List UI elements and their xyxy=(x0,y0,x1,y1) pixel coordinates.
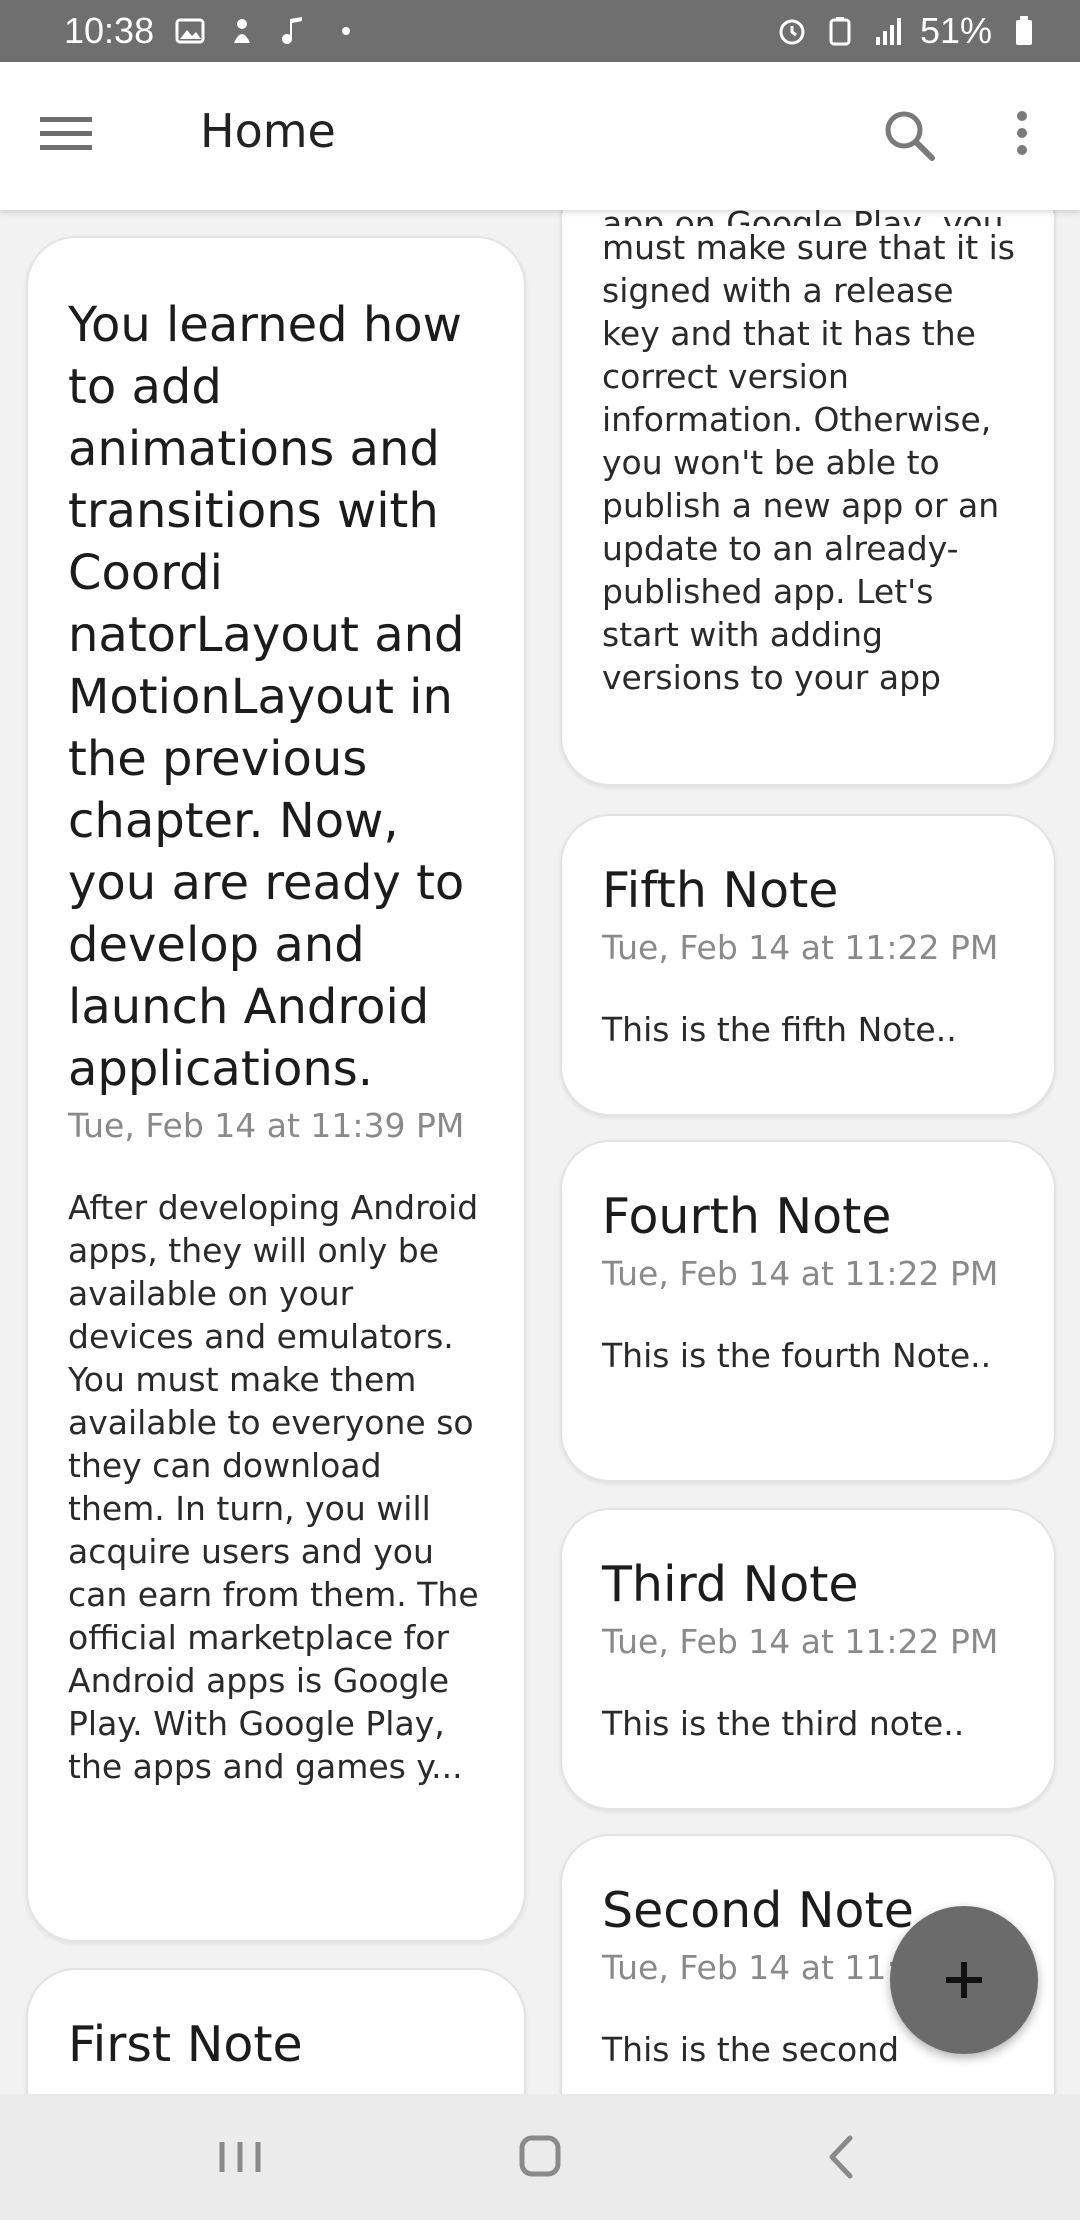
signal-icon xyxy=(875,18,901,45)
note-body: This is the fifth Note.. xyxy=(602,1010,957,1049)
note-body: After developing Android apps, they will… xyxy=(68,1188,490,1786)
note-date: Tue, Feb 14 at 11:22 PM xyxy=(602,1254,999,1293)
search-icon[interactable] xyxy=(880,106,940,166)
alarm-icon xyxy=(779,19,805,45)
page-title: Home xyxy=(200,104,336,158)
system-nav-bar xyxy=(0,2094,1080,2220)
notes-grid: You learned how to add animations and tr… xyxy=(0,210,1080,2094)
note-body: This is the third note.. xyxy=(602,1704,965,1743)
note-date: Tue, Feb 14 at 11:22 PM xyxy=(602,928,999,967)
battery-percent: 51% xyxy=(919,10,992,51)
add-icon xyxy=(946,1962,982,1998)
home-icon[interactable] xyxy=(500,2124,580,2190)
add-note-button[interactable] xyxy=(890,1906,1038,2054)
note-body-clipped: app on Google Play, you xyxy=(602,210,1018,226)
status-bar: 10:38 51% xyxy=(0,0,1080,62)
gallery-icon xyxy=(175,18,205,44)
note-card[interactable]: Third Note Tue, Feb 14 at 11:22 PM This … xyxy=(560,1508,1056,1810)
note-date: Tue, Feb 14 at 11:39 PM xyxy=(68,1106,465,1145)
status-time: 10:38 xyxy=(64,10,155,51)
note-title: Third Note xyxy=(602,1556,859,1613)
note-title: Fourth Note xyxy=(602,1188,892,1245)
note-title: You learned how to add animations and tr… xyxy=(68,297,465,1097)
back-icon[interactable] xyxy=(800,2124,880,2190)
more-vert-icon[interactable] xyxy=(1000,106,1044,166)
note-card[interactable]: app on Google Play, you must make sure t… xyxy=(560,210,1056,786)
recents-icon[interactable] xyxy=(200,2124,280,2190)
note-card[interactable]: Fifth Note Tue, Feb 14 at 11:22 PM This … xyxy=(560,814,1056,1116)
note-card[interactable]: Fourth Note Tue, Feb 14 at 11:22 PM This… xyxy=(560,1140,1056,1482)
note-card[interactable]: First Note xyxy=(26,1968,526,2094)
battery-saver-icon xyxy=(829,17,851,46)
note-date: Tue, Feb 14 at 11:22 PM xyxy=(602,1622,999,1661)
note-body: This is the fourth Note.. xyxy=(602,1336,992,1375)
dot-icon xyxy=(342,27,351,35)
note-title: Fifth Note xyxy=(602,862,839,919)
note-body: must make sure that it is signed with a … xyxy=(602,228,1026,697)
app-bar: Home xyxy=(0,62,1080,210)
bixby-icon xyxy=(234,19,251,43)
music-note-icon xyxy=(282,17,303,44)
note-card[interactable]: You learned how to add animations and tr… xyxy=(26,236,526,1942)
battery-icon xyxy=(1016,16,1032,45)
note-title: First Note xyxy=(68,2016,303,2073)
menu-icon[interactable] xyxy=(40,108,106,164)
